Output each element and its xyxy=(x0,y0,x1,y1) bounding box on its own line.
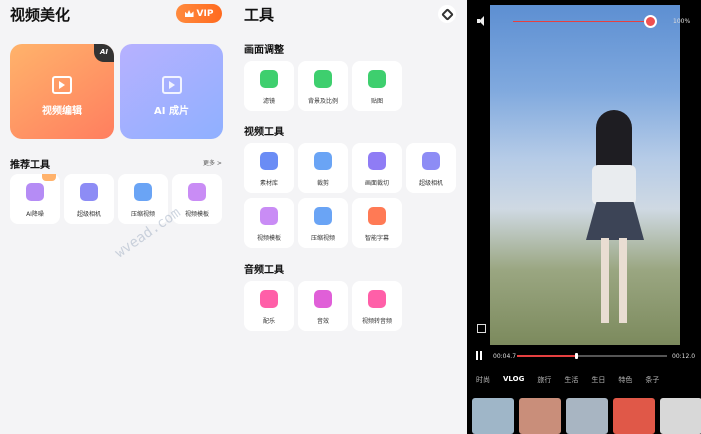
tool-label: 背景及比例 xyxy=(307,98,338,105)
ai-video-icon xyxy=(161,76,182,94)
video-edit-label: 视频编辑 xyxy=(42,106,82,117)
crown-badge-icon xyxy=(42,174,56,181)
template-thumbnail[interactable] xyxy=(472,398,514,434)
tool-label: 压缩视频 xyxy=(310,235,335,242)
total-time: 00:12.0 xyxy=(672,353,696,360)
tool-label: 视频模板 xyxy=(256,235,281,242)
volume-slider-handle[interactable] xyxy=(644,15,657,28)
tab-template[interactable]: 生活 xyxy=(564,375,578,385)
ai-video-label: AI 成片 xyxy=(154,106,189,117)
video-subject xyxy=(586,110,646,325)
template-thumbnail[interactable] xyxy=(566,398,608,434)
tool-sticker[interactable]: 贴图 xyxy=(352,61,402,111)
tool-label: 画面裁切 xyxy=(364,180,389,187)
tool-sound-effect[interactable]: 音效 xyxy=(298,281,348,331)
compress-icon xyxy=(134,183,152,201)
current-time: 00:04.7 xyxy=(493,353,517,360)
tool-video-template[interactable]: 视频模板 xyxy=(244,198,294,248)
tools-panel: 工具 画面调整 滤镜 背景及比例 贴图 视频工具 素材库 裁剪 画面裁切 超级相… xyxy=(234,0,467,434)
section-title: 音频工具 xyxy=(244,265,284,276)
tool-music[interactable]: 配乐 xyxy=(244,281,294,331)
trim-icon xyxy=(314,152,332,170)
recommend-title: 推荐工具 xyxy=(10,160,50,171)
sticker-icon xyxy=(368,70,386,88)
volume-icon[interactable] xyxy=(477,16,487,26)
camera-icon xyxy=(80,183,98,201)
star-icon xyxy=(314,290,332,308)
ai-video-card[interactable]: AI 成片 xyxy=(120,44,223,139)
tool-label: 超级相机 xyxy=(76,211,101,218)
page-title: 视频美化 xyxy=(10,6,71,24)
tab-template[interactable]: 旅行 xyxy=(537,375,551,385)
tool-super-camera[interactable]: 超级相机 xyxy=(406,143,456,193)
video-edit-card[interactable]: AI 视频编辑 xyxy=(10,44,114,139)
template-thumbnails xyxy=(472,398,701,434)
tool-label: 音效 xyxy=(316,318,329,325)
tool-material-library[interactable]: 素材库 xyxy=(244,143,294,193)
camera-icon xyxy=(422,152,440,170)
tool-compress-video[interactable]: 压缩视频 xyxy=(298,198,348,248)
tool-super-camera[interactable]: 超级相机 xyxy=(64,174,114,224)
section-title: 画面调整 xyxy=(244,45,284,56)
tool-label: 滤镜 xyxy=(262,98,275,105)
tool-filter[interactable]: 滤镜 xyxy=(244,61,294,111)
progress-fill xyxy=(517,355,576,357)
gear-icon xyxy=(440,7,454,21)
tab-template[interactable]: 生日 xyxy=(591,375,605,385)
vip-button[interactable]: VIP xyxy=(176,4,222,23)
settings-button[interactable] xyxy=(438,5,456,23)
tab-template[interactable]: 特色 xyxy=(618,375,632,385)
ai-denoise-icon xyxy=(26,183,44,201)
clapper-icon xyxy=(52,76,72,94)
pause-icon[interactable] xyxy=(475,351,483,360)
template-icon xyxy=(260,207,278,225)
tool-label: 超级相机 xyxy=(418,180,443,187)
template-thumbnail[interactable] xyxy=(519,398,561,434)
progress-handle[interactable] xyxy=(574,353,578,359)
tool-crop[interactable]: 画面裁切 xyxy=(352,143,402,193)
tool-label: 贴图 xyxy=(370,98,383,105)
template-thumbnail[interactable] xyxy=(613,398,655,434)
tool-label: 裁剪 xyxy=(316,180,329,187)
tab-template[interactable]: VLOG xyxy=(503,375,524,385)
video-audio-icon xyxy=(368,290,386,308)
crop-icon xyxy=(368,152,386,170)
vip-label: VIP xyxy=(196,8,214,19)
tool-background-ratio[interactable]: 背景及比例 xyxy=(298,61,348,111)
ratio-icon xyxy=(314,70,332,88)
ai-badge: AI xyxy=(94,44,114,62)
tools-title: 工具 xyxy=(244,6,275,24)
template-tabs: 时尚 VLOG 旅行 生活 生日 特色 条子 xyxy=(476,375,672,385)
compress-icon xyxy=(314,207,332,225)
tool-trim[interactable]: 裁剪 xyxy=(298,143,348,193)
playback-progress[interactable] xyxy=(517,353,667,359)
tool-smart-subtitle[interactable]: 智能字幕 xyxy=(352,198,402,248)
filter-icon xyxy=(260,70,278,88)
template-icon xyxy=(188,183,206,201)
tool-video-to-audio[interactable]: 视频转音频 xyxy=(352,281,402,331)
section-title: 视频工具 xyxy=(244,127,284,138)
tab-template[interactable]: 条子 xyxy=(645,375,659,385)
fullscreen-icon[interactable] xyxy=(477,324,486,333)
tool-label: 素材库 xyxy=(259,180,278,187)
tool-label: AI降噪 xyxy=(26,211,44,218)
tool-label: 配乐 xyxy=(262,318,275,325)
volume-slider[interactable] xyxy=(513,21,651,22)
library-icon xyxy=(260,152,278,170)
tool-ai-denoise[interactable]: AI降噪 xyxy=(10,174,60,224)
template-thumbnail[interactable] xyxy=(660,398,701,434)
tab-template[interactable]: 时尚 xyxy=(476,375,490,385)
tool-label: 智能字幕 xyxy=(364,235,389,242)
crown-icon xyxy=(184,10,194,17)
music-note-icon xyxy=(260,290,278,308)
more-link[interactable]: 更多 > xyxy=(203,158,222,167)
video-preview[interactable] xyxy=(490,5,680,345)
subtitle-icon xyxy=(368,207,386,225)
volume-percent: 100% xyxy=(673,18,691,25)
home-panel: 视频美化 VIP AI 视频编辑 AI 成片 推荐工具 更多 > AI降噪 超级… xyxy=(0,0,234,434)
player-panel: 100% 00:04.7 00:12.0 时尚 VLOG 旅行 生活 生日 特色… xyxy=(467,0,701,434)
tool-label: 视频转音频 xyxy=(361,318,392,325)
